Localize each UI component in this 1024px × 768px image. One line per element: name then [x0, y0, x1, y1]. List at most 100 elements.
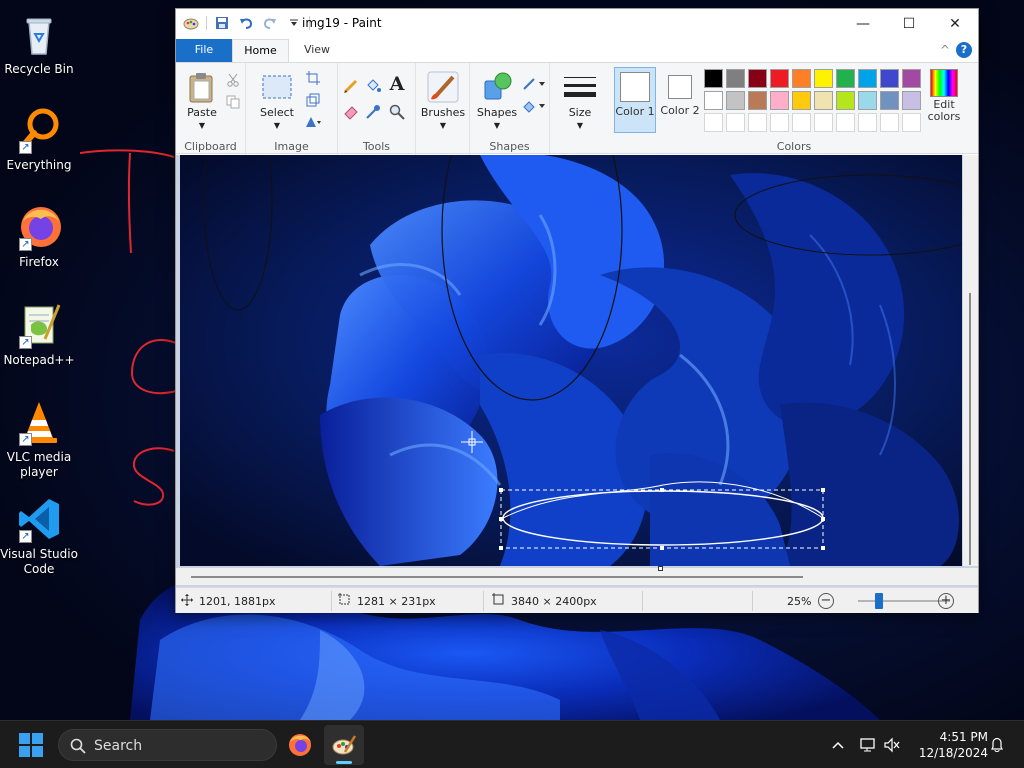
custom-color-slot[interactable]: [726, 113, 745, 132]
shapes-group-label: Shapes: [489, 140, 530, 153]
window-title: img19 - Paint: [302, 16, 382, 30]
maximize-button[interactable]: ☐: [886, 9, 932, 38]
custom-color-slot[interactable]: [814, 113, 833, 132]
select-button[interactable]: Select ▼: [256, 67, 298, 132]
custom-color-slot[interactable]: [836, 113, 855, 132]
network-volume-tray[interactable]: [856, 721, 904, 768]
edit-colors-button[interactable]: Edit colors: [917, 65, 971, 135]
palette-swatch[interactable]: [792, 69, 811, 88]
desktop-icon-firefox[interactable]: ↗ Firefox: [0, 203, 78, 270]
text-tool-icon[interactable]: A: [388, 73, 406, 95]
zoom-out-button[interactable]: −: [818, 593, 834, 609]
desktop-icon-vscode[interactable]: ↗ Visual Studio Code: [0, 495, 78, 577]
brushes-dropdown-arrow-icon[interactable]: ▼: [420, 119, 466, 132]
size-dropdown-arrow-icon[interactable]: ▼: [560, 119, 600, 132]
help-icon[interactable]: ?: [956, 42, 972, 58]
color-picker-icon[interactable]: [364, 103, 382, 121]
title-bar[interactable]: img19 - Paint — ☐ ✕: [176, 9, 978, 38]
minimize-button[interactable]: —: [840, 9, 886, 38]
canvas-image: [180, 155, 962, 566]
horizontal-scrollbar[interactable]: [176, 568, 978, 585]
custom-color-slot[interactable]: [858, 113, 877, 132]
custom-color-slot[interactable]: [880, 113, 899, 132]
close-button[interactable]: ✕: [932, 9, 978, 38]
palette-swatch[interactable]: [858, 91, 877, 110]
paste-dropdown-arrow-icon[interactable]: ▼: [182, 119, 222, 132]
desktop-icon-recycle-bin[interactable]: Recycle Bin: [0, 10, 78, 77]
resize-icon[interactable]: [304, 91, 322, 109]
desktop-icon-label: Recycle Bin: [4, 62, 74, 76]
desktop-icon-everything[interactable]: ↗ Everything: [0, 106, 78, 173]
vertical-scrollbar[interactable]: [963, 155, 978, 566]
palette-swatch[interactable]: [814, 69, 833, 88]
brushes-button[interactable]: Brushes ▼: [420, 67, 466, 132]
outline-icon[interactable]: [522, 75, 546, 93]
rotate-icon[interactable]: [304, 113, 322, 131]
taskbar-paint-button[interactable]: [324, 725, 364, 765]
collapse-ribbon-icon[interactable]: ^: [940, 43, 950, 57]
select-dropdown-arrow-icon[interactable]: ▼: [256, 119, 298, 132]
palette-swatch[interactable]: [726, 69, 745, 88]
fill-icon[interactable]: [522, 97, 546, 115]
desktop-icon-notepad-plus-plus[interactable]: ↗ Notepad++: [0, 301, 78, 368]
palette-swatch[interactable]: [770, 91, 789, 110]
custom-color-slot[interactable]: [770, 113, 789, 132]
palette-swatch[interactable]: [748, 69, 767, 88]
tab-file[interactable]: File: [176, 39, 232, 62]
palette-swatch[interactable]: [704, 69, 723, 88]
zoom-in-button[interactable]: +: [938, 593, 954, 609]
palette-swatch[interactable]: [858, 69, 877, 88]
tab-home[interactable]: Home: [232, 39, 289, 63]
taskbar-firefox-button[interactable]: [280, 725, 320, 765]
taskbar-clock[interactable]: 4:51 PM 12/18/2024: [912, 729, 988, 761]
vertical-scroll-thumb[interactable]: [969, 293, 971, 565]
crop-icon[interactable]: [304, 69, 322, 87]
magnifier-icon[interactable]: [388, 103, 406, 121]
paste-button[interactable]: Paste ▼: [182, 67, 222, 132]
notifications-button[interactable]: [986, 721, 1008, 768]
size-group[interactable]: Size ▼: [550, 63, 610, 155]
fill-bucket-icon[interactable]: [364, 77, 382, 95]
palette-swatch[interactable]: [704, 91, 723, 110]
custom-color-slot[interactable]: [704, 113, 723, 132]
shapes-dropdown-arrow-icon[interactable]: ▼: [476, 119, 518, 132]
tab-view[interactable]: View: [289, 39, 345, 62]
cut-icon[interactable]: [224, 71, 242, 89]
palette-swatch[interactable]: [836, 91, 855, 110]
horizontal-scroll-thumb[interactable]: [191, 576, 803, 578]
palette-swatch[interactable]: [748, 91, 767, 110]
palette-swatch[interactable]: [836, 69, 855, 88]
edit-colors-label: Edit colors: [927, 98, 961, 123]
start-button[interactable]: [19, 733, 44, 758]
desktop-icon-vlc[interactable]: ↗ VLC media player: [0, 398, 78, 480]
palette-swatch[interactable]: [770, 69, 789, 88]
custom-color-slot[interactable]: [792, 113, 811, 132]
customize-qat-icon[interactable]: [285, 14, 303, 32]
paint-app-icon[interactable]: [182, 14, 200, 32]
zoom-slider[interactable]: [858, 593, 950, 609]
color2-button[interactable]: Color 2: [660, 67, 700, 133]
custom-color-slot[interactable]: [748, 113, 767, 132]
copy-icon[interactable]: [224, 93, 242, 111]
save-icon[interactable]: [213, 14, 231, 32]
taskbar-search-box[interactable]: Search: [58, 729, 277, 761]
show-hidden-icons-button[interactable]: [826, 721, 850, 768]
image-group: Select ▼ Image: [246, 63, 338, 155]
drawing-canvas[interactable]: [180, 155, 962, 566]
shortcut-arrow-icon: ↗: [19, 433, 32, 446]
color1-button[interactable]: Color 1: [614, 67, 656, 133]
canvas-resize-handle[interactable]: [658, 566, 663, 571]
palette-swatch[interactable]: [814, 91, 833, 110]
pencil-icon[interactable]: [342, 77, 360, 95]
palette-swatch[interactable]: [880, 91, 899, 110]
shapes-button[interactable]: Shapes ▼: [476, 67, 518, 132]
zoom-slider-thumb[interactable]: [875, 593, 883, 609]
redo-icon[interactable]: [261, 14, 279, 32]
palette-swatch[interactable]: [726, 91, 745, 110]
size-button[interactable]: Size ▼: [560, 67, 600, 132]
search-label: Search: [94, 738, 143, 754]
undo-icon[interactable]: [237, 14, 255, 32]
eraser-icon[interactable]: [342, 103, 360, 121]
palette-swatch[interactable]: [792, 91, 811, 110]
palette-swatch[interactable]: [880, 69, 899, 88]
